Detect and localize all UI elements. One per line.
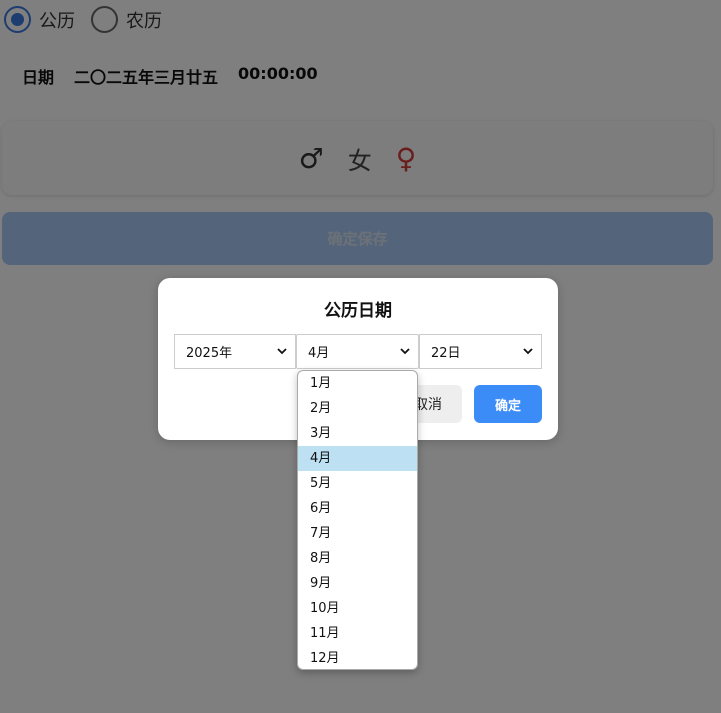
- dropdown-option[interactable]: 8月: [298, 546, 417, 571]
- dropdown-option[interactable]: 2月: [298, 396, 417, 421]
- chevron-down-icon: [277, 348, 287, 355]
- chevron-down-icon: [400, 348, 410, 355]
- dropdown-option[interactable]: 4月: [298, 446, 417, 471]
- year-select[interactable]: 2025年: [174, 334, 296, 369]
- day-select-value: 22日: [431, 346, 461, 361]
- month-select[interactable]: 4月: [296, 334, 419, 369]
- dialog-title: 公历日期: [324, 301, 392, 321]
- dropdown-option[interactable]: 10月: [298, 596, 417, 621]
- year-select-value: 2025年: [186, 346, 233, 361]
- chevron-down-icon: [523, 348, 533, 355]
- dropdown-option[interactable]: 5月: [298, 471, 417, 496]
- dropdown-option[interactable]: 11月: [298, 621, 417, 646]
- month-select-value: 4月: [308, 346, 330, 361]
- dropdown-option[interactable]: 7月: [298, 521, 417, 546]
- month-dropdown-list: 1月 2月 3月 4月 5月 6月 7月 8月 9月 10月 11月 12月: [297, 370, 418, 670]
- dropdown-option[interactable]: 1月: [298, 371, 417, 396]
- confirm-button[interactable]: 确定: [474, 385, 542, 423]
- dropdown-option[interactable]: 3月: [298, 421, 417, 446]
- dropdown-option[interactable]: 12月: [298, 646, 417, 669]
- dropdown-option[interactable]: 6月: [298, 496, 417, 521]
- day-select[interactable]: 22日: [419, 334, 542, 369]
- dropdown-option[interactable]: 9月: [298, 571, 417, 596]
